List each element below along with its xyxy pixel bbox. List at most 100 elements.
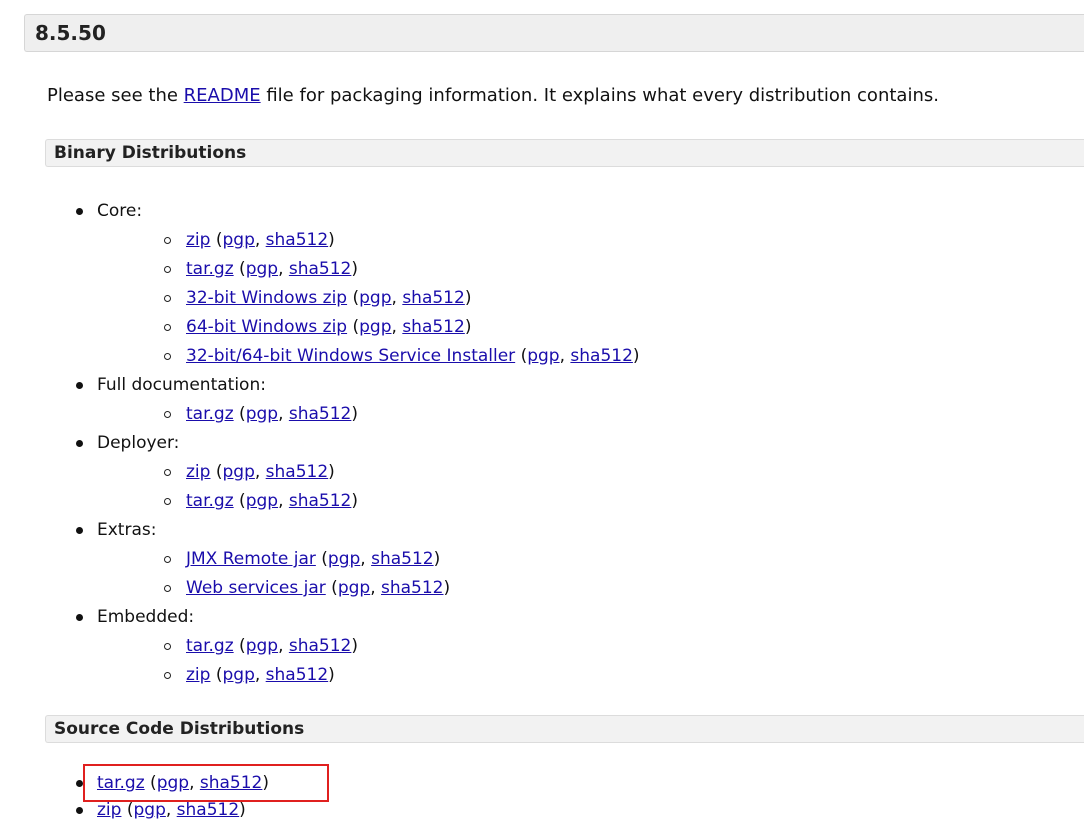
deployer-0-pgp-link[interactable]: pgp [222,462,254,482]
comma: , [370,578,381,598]
paren-close: ) [328,462,335,482]
embedded-0-sha512-link[interactable]: sha512 [289,636,352,656]
core-4-sha512-link[interactable]: sha512 [570,346,633,366]
circle-bullet-icon [164,353,171,360]
bullet-icon [76,208,83,215]
comma: , [254,665,266,685]
circle-bullet-icon [164,411,171,418]
highlight-box [83,764,329,802]
fulldoc-0-item: tar.gz (pgp, sha512) [186,403,358,425]
core-1-pgp-link[interactable]: pgp [246,259,278,279]
paren-close: ) [239,800,246,820]
intro-suffix: file for packaging information. It expla… [260,85,939,106]
core-1-item: tar.gz (pgp, sha512) [186,258,358,280]
extras-1-sha512-link[interactable]: sha512 [381,578,444,598]
core-0-item: zip (pgp, sha512) [186,229,335,251]
core-2-download-link[interactable]: 32-bit Windows zip [186,288,347,308]
core-label: Core: [97,201,143,221]
core-4-download-link[interactable]: 32-bit/64-bit Windows Service Installer [186,346,515,366]
paren-open: ( [233,404,246,424]
deployer-1-item: tar.gz (pgp, sha512) [186,490,358,512]
source-1-sha512-link[interactable]: sha512 [177,800,240,820]
version-title: 8.5.50 [35,21,106,45]
paren-close: ) [351,259,359,279]
core-2-sha512-link[interactable]: sha512 [402,288,465,308]
comma: , [165,800,177,820]
embedded-1-sha512-link[interactable]: sha512 [266,665,329,685]
core-4-pgp-link[interactable]: pgp [527,346,559,366]
deployer-0-download-link[interactable]: zip [186,462,210,482]
paren-close: ) [464,317,472,337]
circle-bullet-icon [164,585,171,592]
deployer-1-sha512-link[interactable]: sha512 [289,491,352,511]
circle-bullet-icon [164,237,171,244]
full-documentation-label: Full documentation: [97,375,266,395]
core-0-download-link[interactable]: zip [186,230,210,250]
circle-bullet-icon [164,295,171,302]
deployer-0-item: zip (pgp, sha512) [186,461,335,483]
embedded-0-pgp-link[interactable]: pgp [246,636,278,656]
paren-open: ( [233,491,246,511]
core-2-pgp-link[interactable]: pgp [359,288,391,308]
core-3-download-link[interactable]: 64-bit Windows zip [186,317,347,337]
source-distributions-title: Source Code Distributions [54,719,305,739]
fulldoc-0-download-link[interactable]: tar.gz [186,404,234,424]
paren-open: ( [325,578,338,598]
paren-open: ( [210,462,223,482]
bullet-icon [76,614,83,621]
source-distributions-header: Source Code Distributions [45,715,1084,743]
comma: , [278,491,289,511]
comma: , [278,259,289,279]
paren-open: ( [515,346,528,366]
paren-close: ) [433,549,441,569]
circle-bullet-icon [164,672,171,679]
core-4-item: 32-bit/64-bit Windows Service Installer … [186,345,640,367]
paren-open: ( [233,636,246,656]
embedded-0-item: tar.gz (pgp, sha512) [186,635,358,657]
core-3-sha512-link[interactable]: sha512 [402,317,465,337]
embedded-0-download-link[interactable]: tar.gz [186,636,234,656]
core-0-sha512-link[interactable]: sha512 [266,230,329,250]
comma: , [278,636,289,656]
core-1-download-link[interactable]: tar.gz [186,259,234,279]
extras-1-pgp-link[interactable]: pgp [338,578,370,598]
core-1-sha512-link[interactable]: sha512 [289,259,352,279]
circle-bullet-icon [164,498,171,505]
intro-text: Please see the README file for packaging… [47,85,939,106]
comma: , [360,549,372,569]
paren-open: ( [210,665,223,685]
source-1-pgp-link[interactable]: pgp [133,800,165,820]
paren-open: ( [233,259,246,279]
extras-0-sha512-link[interactable]: sha512 [371,549,434,569]
extras-0-pgp-link[interactable]: pgp [328,549,360,569]
bullet-icon [76,780,83,787]
circle-bullet-icon [164,643,171,650]
circle-bullet-icon [164,324,171,331]
fulldoc-0-sha512-link[interactable]: sha512 [289,404,352,424]
version-header: 8.5.50 [24,14,1084,52]
embedded-label: Embedded: [97,607,195,627]
extras-0-download-link[interactable]: JMX Remote jar [186,549,316,569]
deployer-0-sha512-link[interactable]: sha512 [266,462,329,482]
extras-1-download-link[interactable]: Web services jar [186,578,326,598]
core-3-pgp-link[interactable]: pgp [359,317,391,337]
deployer-1-pgp-link[interactable]: pgp [246,491,278,511]
embedded-1-download-link[interactable]: zip [186,665,210,685]
comma: , [391,317,403,337]
embedded-1-pgp-link[interactable]: pgp [222,665,254,685]
source-1-download-link[interactable]: zip [97,800,121,820]
extras-0-item: JMX Remote jar (pgp, sha512) [186,548,440,570]
core-0-pgp-link[interactable]: pgp [222,230,254,250]
readme-link[interactable]: README [184,85,261,106]
paren-open: ( [347,288,360,308]
comma: , [559,346,571,366]
extras-label: Extras: [97,520,157,540]
bullet-icon [76,527,83,534]
core-2-item: 32-bit Windows zip (pgp, sha512) [186,287,471,309]
binary-distributions-title: Binary Distributions [54,143,247,163]
deployer-1-download-link[interactable]: tar.gz [186,491,234,511]
paren-close: ) [464,288,472,308]
fulldoc-0-pgp-link[interactable]: pgp [246,404,278,424]
bullet-icon [76,440,83,447]
paren-close: ) [351,491,359,511]
